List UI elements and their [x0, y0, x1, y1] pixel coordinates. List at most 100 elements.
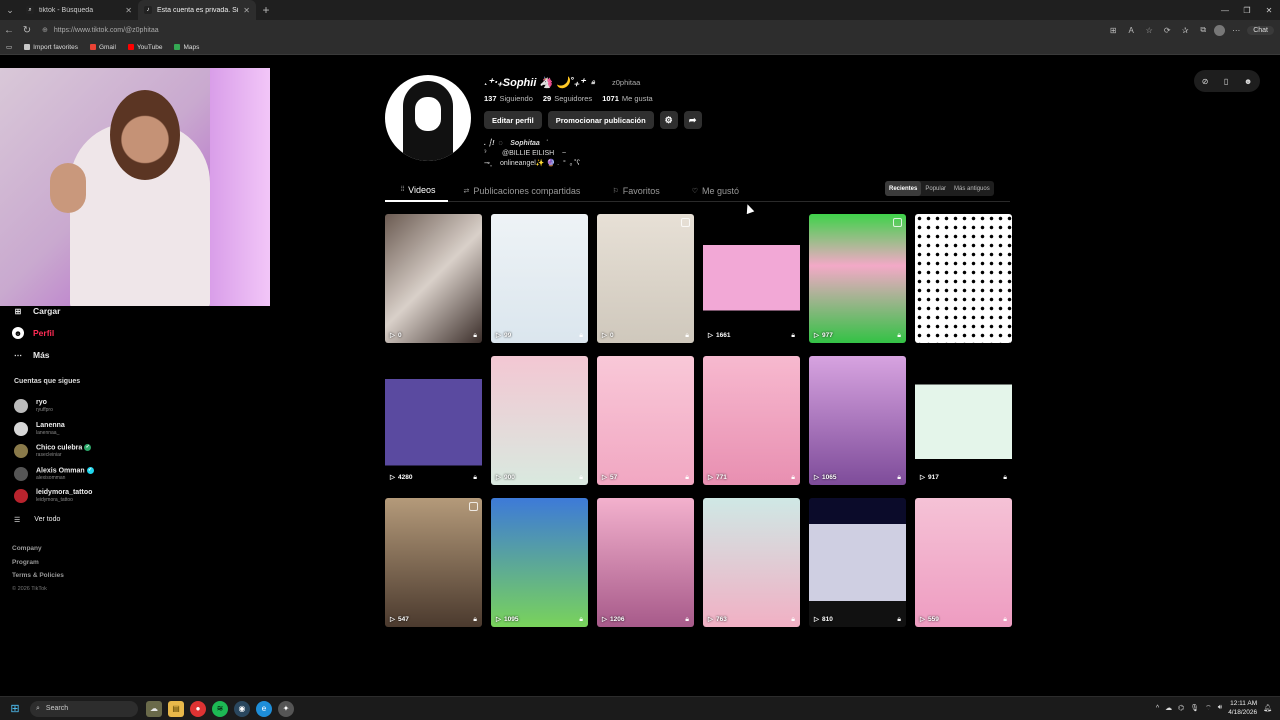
video-card[interactable]: ▷ 771 🔒︎ [703, 356, 800, 485]
video-card[interactable]: ▷ 810 🔒︎ [809, 498, 906, 627]
tab-liked[interactable]: ♡ Me gustó [676, 180, 755, 202]
footer-terms-link[interactable]: Terms & Policies [12, 572, 64, 586]
clock[interactable]: 12:11 AM 4/18/2026 [1228, 699, 1257, 717]
favorites-icon[interactable]: ✰ [1178, 26, 1192, 35]
browser-tab-search[interactable]: ⌕ tiktok - Búsqueda ✕ [20, 0, 138, 20]
settings-more-icon[interactable]: ⋯ [1229, 26, 1243, 35]
bookmarks-menu-icon[interactable]: ▭ [6, 43, 12, 51]
sidebar-item-more[interactable]: ⋯ Más [12, 344, 132, 366]
steam-icon[interactable]: ◉ [234, 700, 250, 717]
restore-icon[interactable]: ❐ [1236, 0, 1258, 20]
close-tab-icon[interactable]: ✕ [243, 6, 250, 15]
promote-post-button[interactable]: Promocionar publicación [547, 111, 654, 129]
copilot-chat-button[interactable]: Chat [1247, 25, 1274, 35]
tab-videos[interactable]: ⦙⦙ Videos [385, 180, 448, 202]
video-card[interactable]: ▷ 0 🔒︎ [385, 214, 482, 343]
video-card[interactable]: ▷ 99 🔒︎ [491, 214, 588, 343]
compass-icon[interactable]: ⊘ [1202, 77, 1209, 86]
sort-oldest[interactable]: Más antiguos [950, 181, 994, 196]
video-card[interactable]: ▷ 559 🔒︎ [915, 498, 1012, 627]
following-item[interactable]: Alexis Omman ✓ alexisomman [14, 463, 124, 486]
footer-company-link[interactable]: Company [12, 545, 64, 559]
video-grid: ▷ 0 🔒︎ ▷ 99 🔒︎ ▷ 0 🔒︎ ▷ 1661 🔒︎ ▷ 977 🔒︎ 🔒︎ ▷ 4280 🔒︎ ▷ 900 🔒… [385, 214, 1013, 627]
tab-reposts[interactable]: ⇄ Publicaciones compartidas [448, 180, 597, 202]
mic-icon[interactable]: 🎙︎ [1190, 704, 1199, 712]
following-stat[interactable]: 137 Siguiendo [484, 94, 533, 103]
settings-gear-icon[interactable]: ⚙ [659, 111, 678, 129]
video-card[interactable]: ▷ 900 🔒︎ [491, 356, 588, 485]
share-icon[interactable]: ➦ [683, 111, 702, 129]
bookmark-gmail[interactable]: Gmail [89, 44, 116, 51]
user-avatar[interactable]: ☻ [1244, 77, 1252, 86]
app-available-icon[interactable]: ⊞ [1106, 26, 1120, 35]
video-card[interactable]: ▷ 1065 🔒︎ [809, 356, 906, 485]
bookmark-maps[interactable]: Maps [174, 44, 199, 51]
browser-tab-profile[interactable]: ♪ Esta cuenta es privada. Sigue esta ✕ [138, 0, 256, 20]
following-item[interactable]: leidymora_tattoo leidymora_tattoo [14, 485, 124, 508]
see-all-button[interactable]: ☰ Ver todo [14, 510, 124, 530]
video-card[interactable]: ▷ 977 🔒︎ [809, 214, 906, 343]
notifications-icon[interactable]: 🔔︎ [1263, 704, 1272, 712]
view-count: ▷ 4280 [390, 473, 412, 482]
back-icon[interactable]: ← [0, 20, 18, 40]
volume-icon[interactable]: 🔊︎ [1218, 704, 1222, 712]
video-card[interactable]: ▷ 547 🔒︎ [385, 498, 482, 627]
refresh-icon[interactable]: ↻ [18, 20, 36, 40]
video-card[interactable]: ▷ 1095 🔒︎ [491, 498, 588, 627]
wifi-icon[interactable]: ⌔ [1205, 704, 1212, 713]
video-card[interactable]: 🔒︎ [915, 214, 1012, 343]
edit-profile-button[interactable]: Editar perfil [484, 111, 542, 129]
url-field[interactable]: ⊕ https://www.tiktok.com/@z0phitaa [42, 22, 1106, 38]
new-tab-icon[interactable]: + [256, 0, 276, 20]
site-info-icon[interactable]: ⊕ [42, 26, 48, 34]
bookmark-youtube[interactable]: YouTube [127, 44, 162, 51]
spotify-icon[interactable]: ≋ [212, 700, 228, 717]
following-heading: Cuentas que sigues [14, 378, 81, 385]
chrome-icon[interactable]: ● [190, 700, 206, 717]
sort-recent[interactable]: Recientes [885, 181, 922, 196]
network-icon[interactable]: ⌬ [1178, 704, 1184, 712]
footer-program-link[interactable]: Program [12, 559, 64, 573]
video-card[interactable]: ▷ 1206 🔒︎ [597, 498, 694, 627]
tab-actions-icon[interactable]: ⌄ [0, 0, 20, 20]
windows-start-icon[interactable]: ⊞ [0, 702, 30, 715]
sidebar-item-upload[interactable]: ⊞ Cargar [12, 300, 132, 322]
video-card[interactable]: ▷ 1661 🔒︎ [703, 214, 800, 343]
followers-stat[interactable]: 29 Seguidores [543, 94, 592, 103]
bookmark-import[interactable]: Import favorites [24, 44, 78, 51]
taskbar-search[interactable]: ⌕ Search [30, 700, 138, 717]
tab-favorites[interactable]: ⚐ Favoritos [596, 180, 675, 202]
video-card[interactable]: ▷ 57 🔒︎ [597, 356, 694, 485]
window-close-icon[interactable]: ✕ [1258, 0, 1280, 20]
read-aloud-icon[interactable]: A [1124, 26, 1138, 35]
sidebar-item-profile[interactable]: ☻ Perfil [12, 322, 132, 344]
following-item[interactable]: ryo ryuffpro [14, 395, 124, 418]
following-list: ryo ryuffpro Lanenna lanennaa_ Chico culeb… [14, 395, 124, 530]
close-tab-icon[interactable]: ✕ [125, 6, 132, 15]
video-card[interactable]: ▷ 917 🔒︎ [915, 356, 1012, 485]
sort-popular[interactable]: Popular [921, 181, 950, 196]
edge-icon[interactable]: e [256, 700, 272, 717]
following-item[interactable]: Chico culebra ✓ rasecleiniar [14, 440, 124, 463]
profile-avatar[interactable] [385, 75, 471, 161]
favorite-star-icon[interactable]: ☆ [1142, 26, 1156, 35]
minimize-icon[interactable]: — [1214, 0, 1236, 20]
app-icon[interactable]: ✦ [278, 700, 294, 717]
following-item[interactable]: Lanenna lanennaa_ [14, 418, 124, 441]
refresh-ext-icon[interactable]: ⟳ [1160, 26, 1174, 35]
file-explorer-icon[interactable]: ▤ [168, 700, 184, 717]
widget-icon[interactable]: ☁ [146, 700, 162, 717]
tab-title: Esta cuenta es privada. Sigue esta [157, 6, 239, 14]
show-hidden-icons[interactable]: ^ [1156, 705, 1159, 712]
view-count-text: 559 [928, 615, 939, 623]
bookmark-label: Import favorites [33, 43, 78, 51]
weather-icon[interactable]: ☁ [1165, 704, 1172, 712]
following-name: ryo [36, 399, 47, 407]
collections-icon[interactable]: ⧉ [1196, 25, 1210, 35]
video-card[interactable]: ▷ 763 🔒︎ [703, 498, 800, 627]
device-icon[interactable]: ▯ [1224, 77, 1228, 86]
private-lock-icon: 🔒︎ [473, 332, 477, 339]
browser-profile-avatar[interactable] [1214, 24, 1226, 36]
video-card[interactable]: ▷ 4280 🔒︎ [385, 356, 482, 485]
video-card[interactable]: ▷ 0 🔒︎ [597, 214, 694, 343]
